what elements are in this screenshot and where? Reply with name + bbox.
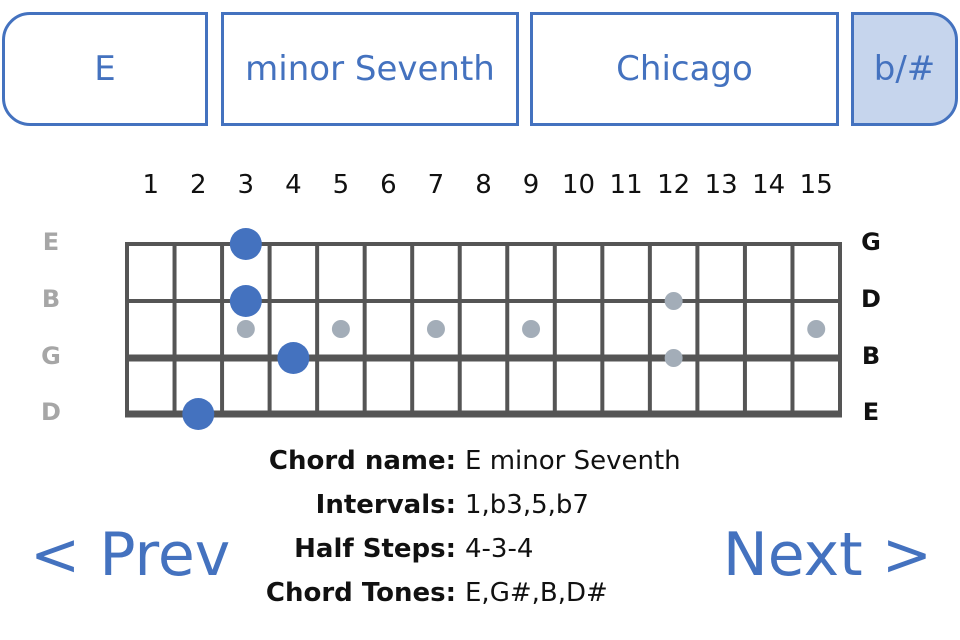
fret-number: 6	[380, 170, 397, 200]
fret-number: 5	[332, 170, 350, 200]
fret-number: 2	[190, 170, 207, 200]
fret-number: 1	[142, 170, 160, 200]
voicing-selector[interactable]: Chicago	[530, 12, 839, 126]
inlay-marker	[331, 320, 350, 338]
chord-quality-selector[interactable]: minor Seventh	[221, 12, 519, 126]
chord-name-row: Chord name: E minor Seventh	[0, 446, 960, 482]
root-note-value: E	[94, 49, 116, 89]
fret-number: 4	[285, 170, 302, 200]
chord-quality-value: minor Seventh	[245, 49, 495, 89]
chord-tones-label: Chord Tones:	[265, 578, 456, 608]
fret-number: 14	[752, 170, 786, 200]
string-label: B	[861, 342, 881, 370]
inlay-marker	[664, 349, 683, 367]
open-string-label: B	[41, 285, 61, 313]
fret-number: 11	[609, 170, 643, 200]
open-string-label: E	[42, 228, 60, 256]
half-steps-value: 4-3-4	[465, 534, 534, 564]
chord-note-dot	[229, 228, 262, 260]
chord-name-value: E minor Seventh	[465, 446, 681, 476]
intervals-label: Intervals:	[315, 490, 456, 520]
inlay-marker	[807, 320, 826, 338]
string-label: D	[861, 285, 881, 313]
chord-tones-value: E,G#,B,D#	[465, 578, 608, 608]
inlay-marker	[236, 320, 255, 338]
fret-number: 9	[522, 170, 540, 200]
fret-number: 13	[704, 170, 738, 200]
fret-number: 15	[799, 170, 833, 200]
chord-note-dot	[229, 285, 262, 317]
voicing-value: Chicago	[616, 49, 753, 89]
next-button[interactable]: Next >	[723, 520, 932, 590]
accidental-toggle-button[interactable]: b/#	[851, 12, 958, 126]
inlay-marker	[664, 292, 683, 310]
chord-note-dot	[277, 342, 310, 374]
half-steps-label: Half Steps:	[294, 534, 456, 564]
accidental-toggle-label: b/#	[873, 49, 936, 89]
fret-number: 12	[657, 170, 691, 200]
fret-number: 3	[237, 170, 255, 200]
root-note-selector[interactable]: E	[2, 12, 208, 126]
string-label: G	[861, 228, 881, 256]
fret-number: 10	[562, 170, 596, 200]
prev-button[interactable]: < Prev	[30, 520, 230, 590]
inlay-marker	[426, 320, 445, 338]
inlay-marker	[522, 320, 541, 338]
open-string-label: G	[41, 342, 61, 370]
chord-note-dot	[182, 398, 215, 430]
string-label: E	[862, 398, 880, 426]
fret-number: 7	[427, 170, 445, 200]
open-string-label: D	[41, 398, 61, 426]
intervals-value: 1,b3,5,b7	[465, 490, 589, 520]
chord-name-label: Chord name:	[268, 446, 456, 476]
fret-number: 8	[475, 170, 492, 200]
